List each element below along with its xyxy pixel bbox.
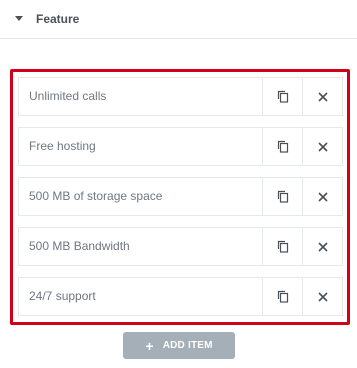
close-icon <box>318 191 328 202</box>
add-item-label: ADD ITEM <box>162 340 213 351</box>
remove-button[interactable] <box>302 128 343 165</box>
plus-icon: + <box>145 337 154 354</box>
repeater-item[interactable]: Unlimited calls <box>18 77 343 116</box>
section-header[interactable]: Feature <box>0 0 357 39</box>
item-title[interactable]: Free hosting <box>29 128 96 165</box>
remove-button[interactable] <box>302 278 343 315</box>
close-icon <box>318 141 328 152</box>
add-item-button[interactable]: + ADD ITEM <box>123 332 235 359</box>
remove-button[interactable] <box>302 228 343 265</box>
section-title: Feature <box>36 12 80 26</box>
duplicate-button[interactable] <box>262 78 303 115</box>
duplicate-button[interactable] <box>262 128 303 165</box>
copy-icon <box>277 140 289 153</box>
close-icon <box>318 291 328 302</box>
item-title[interactable]: Unlimited calls <box>29 78 106 115</box>
item-title[interactable]: 24/7 support <box>29 278 96 315</box>
copy-icon <box>277 190 289 203</box>
duplicate-button[interactable] <box>262 278 303 315</box>
repeater-item[interactable]: 24/7 support <box>18 277 343 316</box>
item-title[interactable]: 500 MB Bandwidth <box>29 228 130 265</box>
duplicate-button[interactable] <box>262 228 303 265</box>
close-icon <box>318 241 328 252</box>
copy-icon <box>277 240 289 253</box>
close-icon <box>318 91 328 102</box>
repeater-item[interactable]: Free hosting <box>18 127 343 166</box>
copy-icon <box>277 90 289 103</box>
repeater-item[interactable]: 500 MB of storage space <box>18 177 343 216</box>
remove-button[interactable] <box>302 178 343 215</box>
caret-down-icon[interactable] <box>15 16 23 21</box>
copy-icon <box>277 290 289 303</box>
repeater-list: Unlimited calls Free hosting 500 MB of s… <box>10 69 350 325</box>
remove-button[interactable] <box>302 78 343 115</box>
duplicate-button[interactable] <box>262 178 303 215</box>
item-title[interactable]: 500 MB of storage space <box>29 178 162 215</box>
repeater-item[interactable]: 500 MB Bandwidth <box>18 227 343 266</box>
